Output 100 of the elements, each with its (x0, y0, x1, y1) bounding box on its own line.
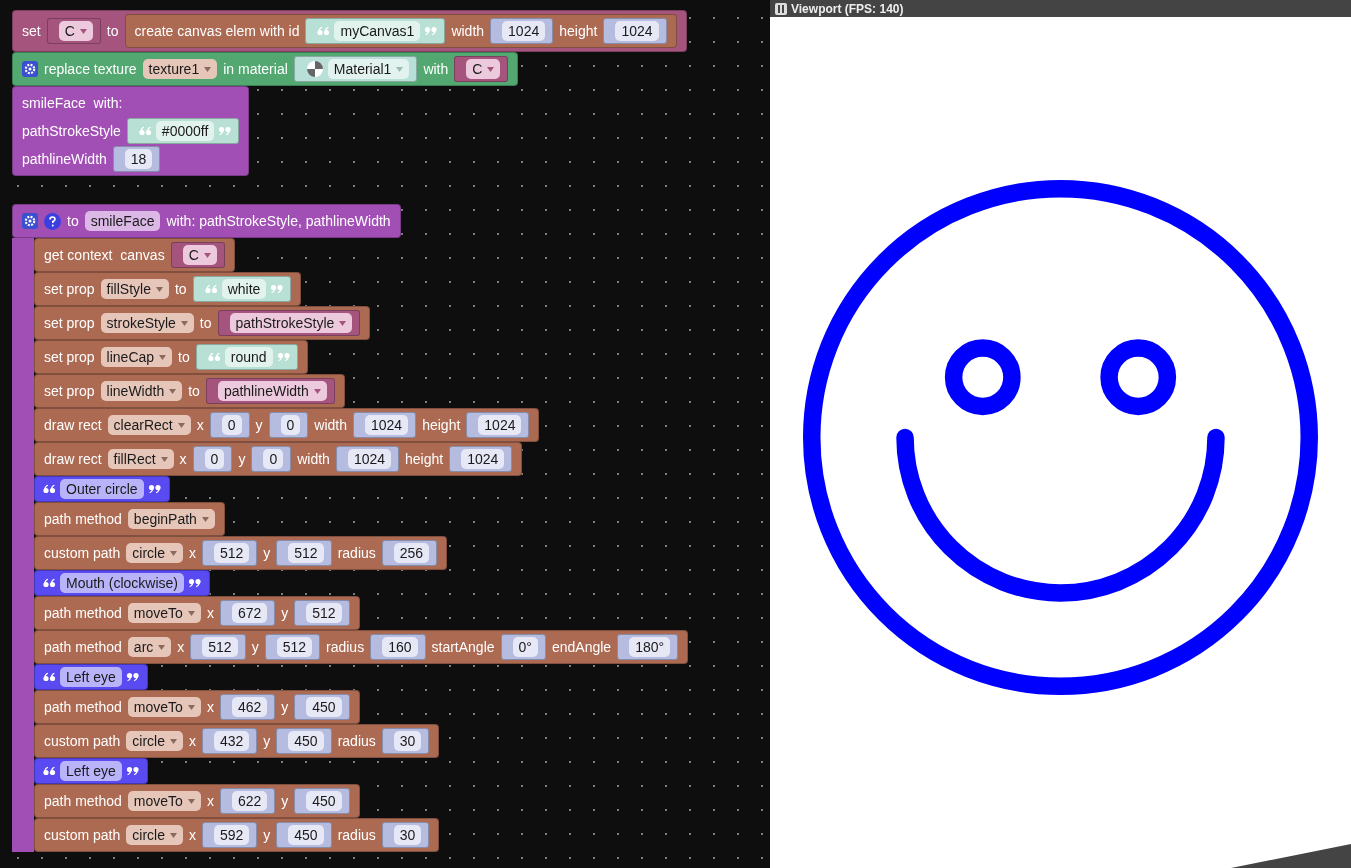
number-block[interactable]: 180° (617, 634, 679, 660)
variable-dropdown[interactable]: C (58, 21, 93, 41)
canvas-block[interactable]: draw rect fillRect x 0 y 0 width 1024 height 1024 (34, 442, 523, 476)
number-field[interactable]: 450 (306, 791, 342, 811)
comment-block[interactable]: Outer circle (34, 476, 170, 502)
text-block[interactable]: round (195, 344, 298, 370)
number-block[interactable]: 160 (370, 634, 426, 660)
dropdown-field[interactable]: fillStyle (100, 279, 169, 299)
number-block[interactable]: 462 (219, 694, 276, 720)
number-field[interactable]: 450 (306, 697, 342, 717)
number-block[interactable]: 512 (201, 540, 258, 566)
number-field[interactable]: 1024 (615, 21, 659, 41)
text-block[interactable]: white (192, 276, 292, 302)
comment-field[interactable]: Mouth (clockwise) (60, 573, 185, 593)
material-block[interactable]: Material1 (293, 56, 418, 82)
number-block[interactable]: 672 (219, 600, 276, 626)
dropdown-field[interactable]: clearRect (107, 415, 191, 435)
number-field[interactable]: 18 (124, 149, 153, 169)
canvas-block[interactable]: set prop lineCap to round (34, 340, 308, 374)
comment-field[interactable]: Outer circle (60, 479, 144, 499)
canvas-block[interactable]: path method arc x 512 y 512 radius 160 startAngle 0° endAngle 180° (34, 630, 689, 664)
number-field[interactable]: 160 (382, 637, 418, 657)
dropdown-field[interactable]: texture1 (142, 59, 218, 79)
set-variable-block[interactable]: set C to create canvas elem with id myCanvas1 width 1024 height 1024 (12, 10, 687, 52)
comment-block[interactable]: Left eye (34, 664, 148, 690)
canvas-block[interactable]: custom path circle x 432 y 450 radius 30 (34, 724, 440, 758)
number-block[interactable]: 512 (276, 540, 332, 566)
comment-field[interactable]: Left eye (60, 761, 122, 781)
dropdown-field[interactable]: circle (126, 825, 183, 845)
settings-icon[interactable] (22, 61, 38, 77)
canvas-block[interactable]: set prop lineWidth to pathlineWidth (34, 374, 345, 408)
text-field[interactable]: white (221, 279, 267, 299)
number-field[interactable]: 432 (213, 731, 250, 751)
number-field[interactable]: 512 (276, 637, 312, 657)
number-block[interactable]: 432 (201, 728, 258, 754)
number-block[interactable]: 0 (268, 412, 309, 438)
number-block[interactable]: 450 (276, 728, 332, 754)
number-field[interactable]: 0° (512, 637, 538, 657)
canvas-block[interactable]: create canvas elem with id myCanvas1 width 1024 height 1024 (124, 14, 677, 48)
number-block[interactable]: 0 (192, 446, 233, 472)
canvas-block[interactable]: path method moveTo x 672 y 512 (34, 596, 360, 630)
canvas-block[interactable]: get context canvas C (34, 238, 235, 272)
number-block[interactable]: 512 (190, 634, 246, 660)
texture-block[interactable]: replace texture texture1 in material Material1 with C (12, 52, 519, 86)
number-field[interactable]: 512 (288, 543, 324, 563)
number-field[interactable]: 256 (393, 543, 430, 563)
number-block[interactable]: 592 (201, 822, 258, 848)
number-field[interactable]: 1024 (461, 449, 505, 469)
number-block[interactable]: 1024 (490, 18, 554, 44)
canvas-block[interactable]: draw rect clearRect x 0 y 0 width 1024 height 1024 (34, 408, 540, 442)
pause-icon[interactable] (775, 2, 787, 15)
canvas-block[interactable]: set prop fillStyle to white (34, 272, 302, 306)
number-block[interactable]: 450 (294, 788, 350, 814)
number-field[interactable]: 1024 (478, 415, 522, 435)
help-icon[interactable] (44, 212, 61, 230)
number-field[interactable]: 592 (213, 825, 250, 845)
number-block[interactable]: 1024 (449, 446, 513, 472)
variable-dropdown[interactable]: C (466, 59, 501, 79)
variable-block[interactable]: pathStrokeStyle (217, 310, 361, 336)
number-field[interactable]: 30 (393, 731, 422, 751)
canvas-block[interactable]: path method moveTo x 622 y 450 (34, 784, 360, 818)
number-field[interactable]: 1024 (502, 21, 546, 41)
variable-dropdown[interactable]: pathStrokeStyle (229, 313, 353, 333)
number-block[interactable]: 30 (381, 728, 430, 754)
variable-dropdown[interactable]: C (182, 245, 217, 265)
procedure-block[interactable]: smileFace with: pathStrokeStyle #0000ff pathlineWidth 18 (12, 86, 250, 176)
text-field[interactable]: round (224, 347, 273, 367)
number-block[interactable]: 512 (294, 600, 350, 626)
number-field[interactable]: 0 (221, 415, 242, 435)
variable-dropdown[interactable]: pathlineWidth (217, 381, 327, 401)
comment-field[interactable]: Left eye (60, 667, 122, 687)
number-block[interactable]: 0 (209, 412, 250, 438)
number-block[interactable]: 1024 (603, 18, 667, 44)
dropdown-field[interactable]: beginPath (127, 509, 215, 529)
number-field[interactable]: 512 (202, 637, 238, 657)
number-block[interactable]: 256 (381, 540, 438, 566)
number-block[interactable]: 512 (264, 634, 320, 660)
number-field[interactable]: 512 (213, 543, 250, 563)
variable-block[interactable]: C (170, 242, 225, 268)
dropdown-field[interactable]: lineCap (100, 347, 173, 367)
number-block[interactable]: 622 (219, 788, 276, 814)
dropdown-field[interactable]: fillRect (107, 449, 174, 469)
text-field[interactable]: myCanvas1 (334, 21, 421, 41)
dropdown-field[interactable]: circle (126, 731, 183, 751)
number-field[interactable]: 462 (231, 697, 268, 717)
text-block[interactable]: myCanvas1 (305, 18, 446, 44)
variable-block[interactable]: C (46, 18, 101, 44)
procedure-name-field[interactable]: smileFace (84, 211, 161, 231)
number-field[interactable]: 1024 (347, 449, 392, 469)
number-field[interactable]: 180° (629, 637, 671, 657)
number-block[interactable]: 450 (276, 822, 332, 848)
variable-block[interactable]: pathlineWidth (205, 378, 335, 404)
comment-block[interactable]: Mouth (clockwise) (34, 570, 211, 596)
number-block[interactable]: 1024 (466, 412, 530, 438)
number-block[interactable]: 30 (381, 822, 430, 848)
procedure-block[interactable]: to smileFace with: pathStrokeStyle, pathlineWidth (12, 204, 401, 238)
dropdown-field[interactable]: moveTo (127, 791, 201, 811)
variable-block[interactable]: C (454, 56, 509, 82)
canvas-block[interactable]: custom path circle x 592 y 450 radius 30 (34, 818, 440, 852)
settings-icon[interactable] (22, 213, 38, 229)
